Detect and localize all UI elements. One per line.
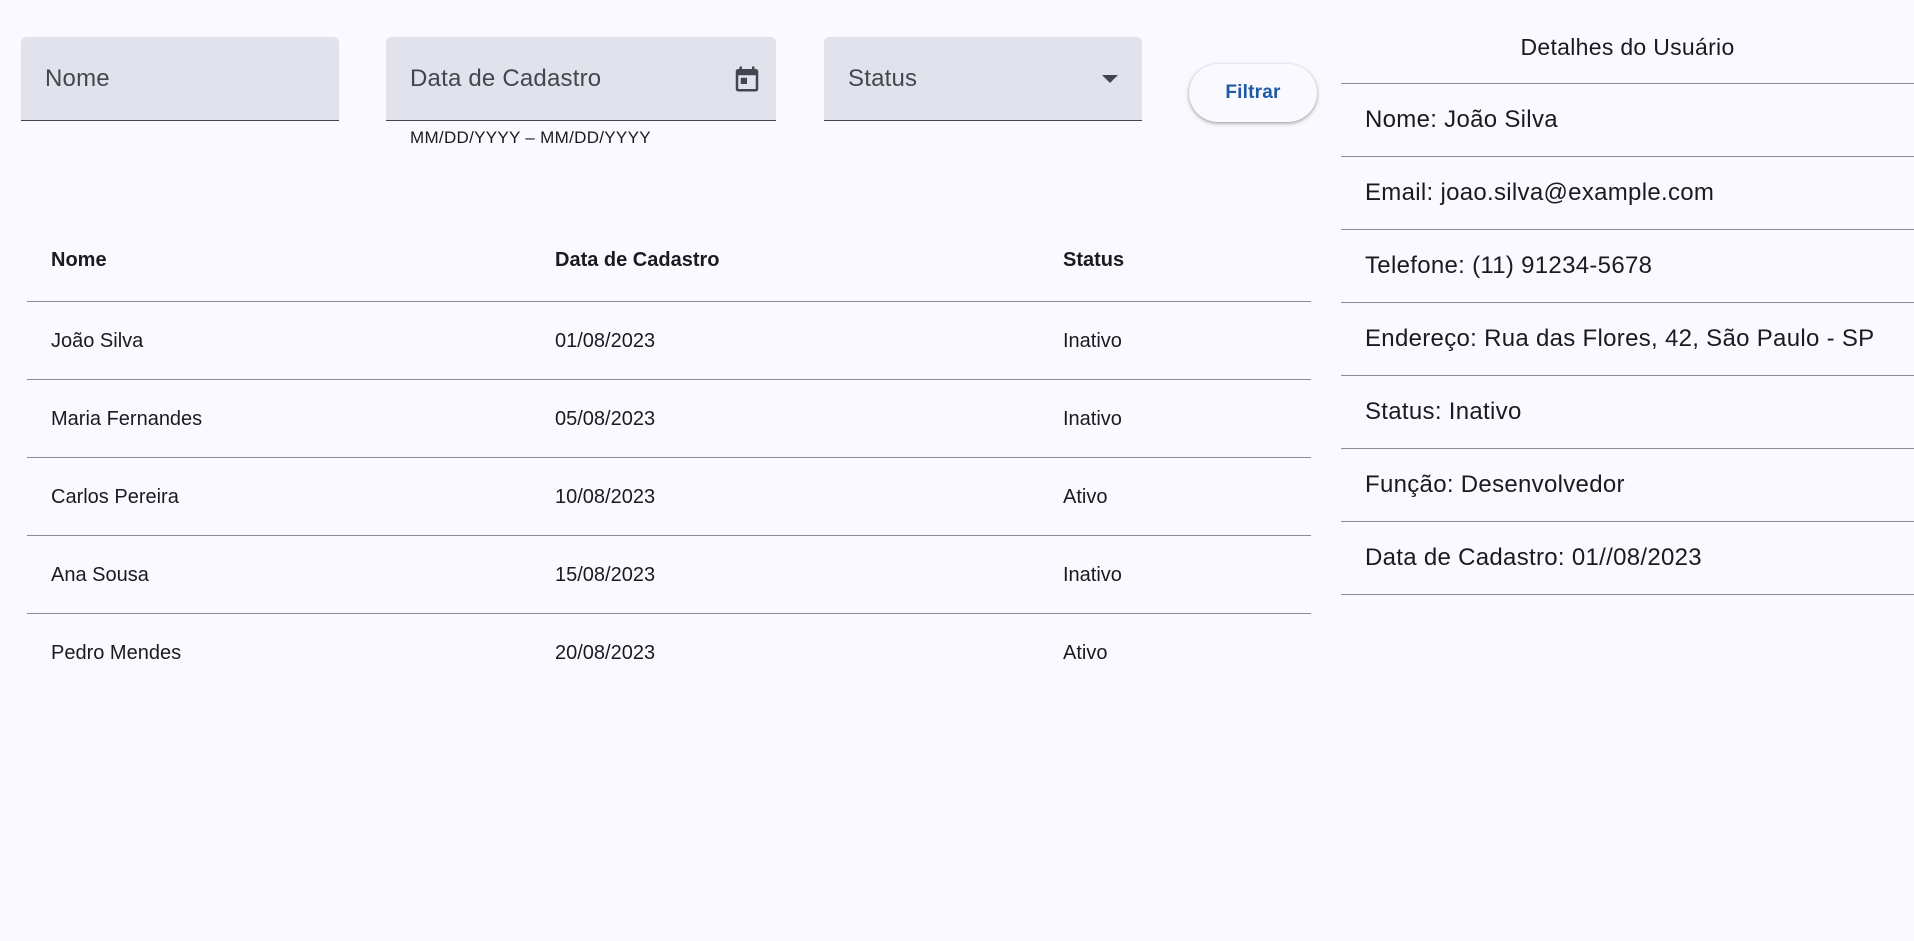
column-header-nome[interactable]: Nome — [51, 224, 107, 296]
cell-data-cadastro: 01/08/2023 — [555, 330, 656, 352]
cell-status: Inativo — [1063, 330, 1122, 352]
column-header-status[interactable]: Status — [1063, 224, 1124, 296]
cell-data-cadastro: 20/08/2023 — [555, 642, 656, 664]
calendar-icon[interactable] — [732, 63, 762, 95]
column-header-data-cadastro[interactable]: Data de Cadastro — [555, 224, 720, 296]
cell-data-cadastro: 10/08/2023 — [555, 486, 656, 508]
users-table: Nome Data de Cadastro Status João Silva … — [27, 224, 1311, 692]
cell-status: Ativo — [1063, 486, 1108, 508]
cell-data-cadastro: 05/08/2023 — [555, 408, 656, 430]
cell-nome: Maria Fernandes — [51, 408, 203, 430]
cell-nome: Pedro Mendes — [51, 642, 182, 664]
detail-status: Status: Inativo — [1341, 376, 1914, 449]
data-cadastro-filter-label: Data de Cadastro — [410, 65, 602, 92]
table-row[interactable]: Ana Sousa 15/08/2023 Inativo — [27, 536, 1311, 614]
user-management-page: Nome Data de Cadastro MM/DD/YYYY – MM/DD… — [0, 0, 1914, 941]
cell-nome: Ana Sousa — [51, 564, 149, 586]
cell-status: Inativo — [1063, 408, 1122, 430]
filter-button[interactable]: Filtrar — [1189, 64, 1317, 122]
status-filter-select[interactable]: Status — [824, 37, 1142, 121]
detail-telefone: Telefone: (11) 91234-5678 — [1341, 230, 1914, 303]
table-row[interactable]: Carlos Pereira 10/08/2023 Ativo — [27, 458, 1311, 536]
detail-data-cadastro: Data de Cadastro: 01//08/2023 — [1341, 522, 1914, 595]
table-header-row: Nome Data de Cadastro Status — [27, 224, 1311, 302]
cell-nome: João Silva — [51, 330, 144, 352]
cell-status: Ativo — [1063, 642, 1108, 664]
detail-endereco: Endereço: Rua das Flores, 42, São Paulo … — [1341, 303, 1914, 376]
detail-nome: Nome: João Silva — [1341, 84, 1914, 157]
nome-filter-label: Nome — [45, 65, 110, 92]
date-range-hint: MM/DD/YYYY – MM/DD/YYYY — [410, 128, 651, 147]
nome-filter-input[interactable]: Nome — [21, 37, 339, 121]
status-filter-label: Status — [848, 65, 918, 92]
detail-funcao: Função: Desenvolvedor — [1341, 449, 1914, 522]
table-row[interactable]: João Silva 01/08/2023 Inativo — [27, 302, 1311, 380]
cell-status: Inativo — [1063, 564, 1122, 586]
arrow-drop-down-icon[interactable] — [1102, 75, 1118, 83]
detail-email: Email: joao.silva@example.com — [1341, 157, 1914, 230]
table-row[interactable]: Pedro Mendes 20/08/2023 Ativo — [27, 614, 1311, 692]
details-title: Detalhes do Usuário — [1341, 20, 1914, 84]
cell-nome: Carlos Pereira — [51, 486, 179, 508]
cell-data-cadastro: 15/08/2023 — [555, 564, 656, 586]
user-details-panel: Detalhes do Usuário Nome: João Silva Ema… — [1341, 20, 1914, 595]
table-row[interactable]: Maria Fernandes 05/08/2023 Inativo — [27, 380, 1311, 458]
data-cadastro-filter-input[interactable]: Data de Cadastro — [386, 37, 776, 121]
